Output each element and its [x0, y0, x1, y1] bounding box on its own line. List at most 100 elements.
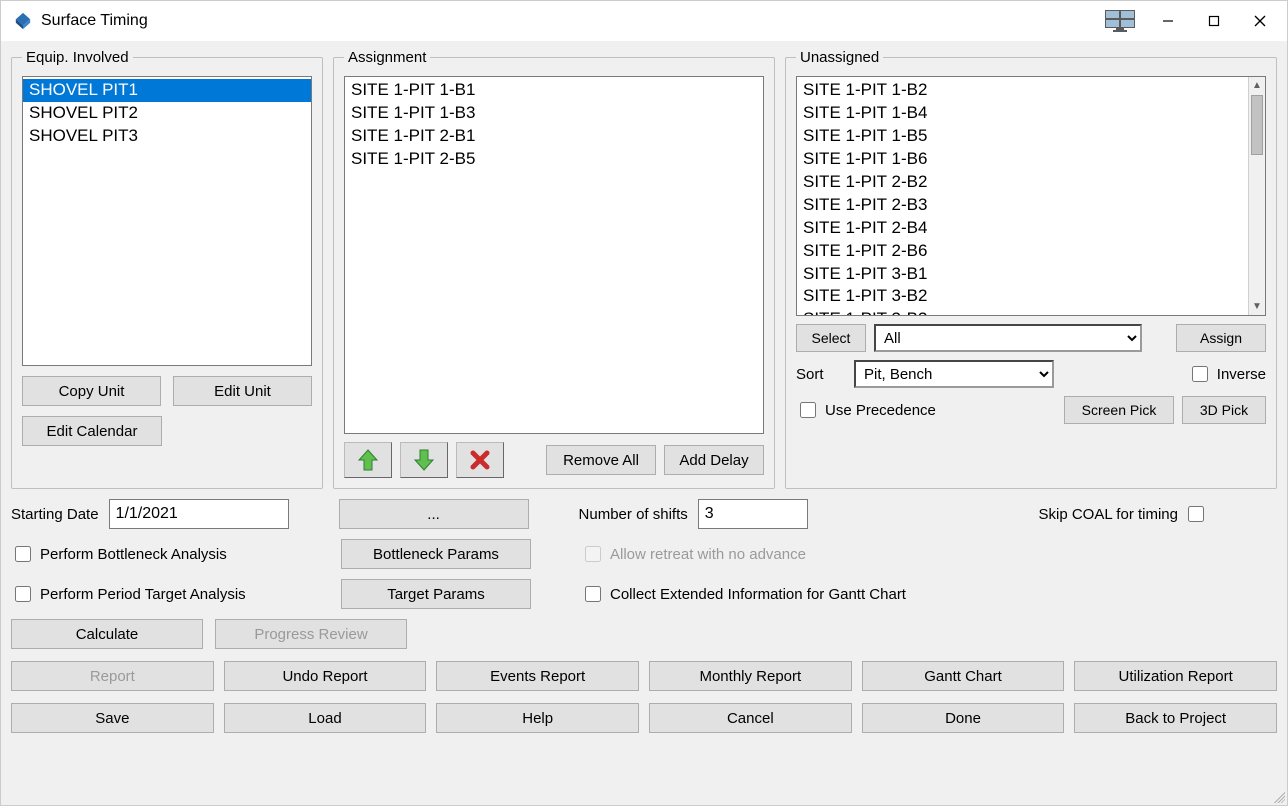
- collect-gantt-label: Collect Extended Information for Gantt C…: [610, 586, 906, 603]
- calculate-button[interactable]: Calculate: [11, 619, 203, 649]
- monitor-icon[interactable]: [1101, 6, 1139, 36]
- list-item[interactable]: SITE 1-PIT 1-B2: [797, 79, 1248, 102]
- screen-pick-button[interactable]: Screen Pick: [1064, 396, 1174, 424]
- use-precedence-checkbox-input[interactable]: [800, 402, 816, 418]
- scrollbar[interactable]: ▲ ▼: [1248, 77, 1265, 315]
- perform-bottleneck-label: Perform Bottleneck Analysis: [40, 546, 227, 563]
- list-item[interactable]: SITE 1-PIT 1-B3: [345, 102, 763, 125]
- remove-button[interactable]: [456, 442, 504, 478]
- app-icon: [13, 11, 33, 31]
- window: Surface Timing: [0, 0, 1288, 806]
- report-buttons-row: Report Undo Report Events Report Monthly…: [11, 661, 1277, 691]
- done-button[interactable]: Done: [862, 703, 1065, 733]
- gantt-chart-button[interactable]: Gantt Chart: [862, 661, 1065, 691]
- options-area: Starting Date ... Number of shifts Skip …: [11, 499, 1277, 609]
- list-item[interactable]: SITE 1-PIT 3-B1: [797, 263, 1248, 286]
- list-item[interactable]: SITE 1-PIT 2-B4: [797, 217, 1248, 240]
- select-filter-combo[interactable]: All: [874, 324, 1142, 352]
- equip-listbox[interactable]: SHOVEL PIT1 SHOVEL PIT2 SHOVEL PIT3: [22, 76, 312, 366]
- move-down-button[interactable]: [400, 442, 448, 478]
- report-button: Report: [11, 661, 214, 691]
- progress-review-button: Progress Review: [215, 619, 407, 649]
- cancel-button[interactable]: Cancel: [649, 703, 852, 733]
- monthly-report-button[interactable]: Monthly Report: [649, 661, 852, 691]
- copy-unit-button[interactable]: Copy Unit: [22, 376, 161, 406]
- maximize-button[interactable]: [1191, 5, 1237, 37]
- list-item[interactable]: SHOVEL PIT2: [23, 102, 311, 125]
- equip-legend: Equip. Involved: [22, 49, 133, 66]
- assignment-panel: Assignment SITE 1-PIT 1-B1 SITE 1-PIT 1-…: [333, 49, 775, 489]
- utilization-report-button[interactable]: Utilization Report: [1074, 661, 1277, 691]
- list-item[interactable]: SITE 1-PIT 1-B6: [797, 148, 1248, 171]
- list-item[interactable]: SITE 1-PIT 2-B5: [345, 148, 763, 171]
- allow-retreat-label: Allow retreat with no advance: [610, 546, 806, 563]
- action-buttons-row: Save Load Help Cancel Done Back to Proje…: [11, 703, 1277, 733]
- scroll-up-icon[interactable]: ▲: [1249, 77, 1265, 94]
- list-item[interactable]: SITE 1-PIT 1-B4: [797, 102, 1248, 125]
- move-up-button[interactable]: [344, 442, 392, 478]
- top-row: Equip. Involved SHOVEL PIT1 SHOVEL PIT2 …: [11, 49, 1277, 489]
- list-item[interactable]: SITE 1-PIT 1-B1: [345, 79, 763, 102]
- collect-gantt-checkbox[interactable]: Collect Extended Information for Gantt C…: [581, 583, 906, 605]
- scroll-thumb[interactable]: [1251, 95, 1263, 155]
- allow-retreat-checkbox-input: [585, 546, 601, 562]
- collect-gantt-checkbox-input[interactable]: [585, 586, 601, 602]
- list-item[interactable]: SITE 1-PIT 2-B3: [797, 194, 1248, 217]
- target-params-button[interactable]: Target Params: [341, 579, 531, 609]
- minimize-button[interactable]: [1145, 5, 1191, 37]
- x-delete-icon: [469, 449, 491, 471]
- load-button[interactable]: Load: [224, 703, 427, 733]
- inverse-label: Inverse: [1217, 366, 1266, 383]
- list-item[interactable]: SITE 1-PIT 2-B2: [797, 171, 1248, 194]
- content: Equip. Involved SHOVEL PIT1 SHOVEL PIT2 …: [1, 41, 1287, 805]
- scroll-down-icon[interactable]: ▼: [1249, 298, 1265, 315]
- list-item[interactable]: SHOVEL PIT3: [23, 125, 311, 148]
- sort-combo[interactable]: Pit, Bench: [854, 360, 1054, 388]
- assignment-listbox[interactable]: SITE 1-PIT 1-B1 SITE 1-PIT 1-B3 SITE 1-P…: [344, 76, 764, 434]
- edit-calendar-button[interactable]: Edit Calendar: [22, 416, 162, 446]
- list-item[interactable]: SITE 1-PIT 3-B2: [797, 285, 1248, 308]
- assign-button[interactable]: Assign: [1176, 324, 1266, 352]
- close-button[interactable]: [1237, 5, 1283, 37]
- list-item[interactable]: SITE 1-PIT 2-B1: [345, 125, 763, 148]
- events-report-button[interactable]: Events Report: [436, 661, 639, 691]
- use-precedence-checkbox[interactable]: Use Precedence: [796, 399, 936, 421]
- resize-grip[interactable]: [1271, 789, 1285, 803]
- perform-target-label: Perform Period Target Analysis: [40, 586, 246, 603]
- skip-coal-label: Skip COAL for timing: [1039, 506, 1179, 523]
- unassigned-panel: Unassigned SITE 1-PIT 1-B2 SITE 1-PIT 1-…: [785, 49, 1277, 489]
- list-item[interactable]: SHOVEL PIT1: [23, 79, 311, 102]
- 3d-pick-button[interactable]: 3D Pick: [1182, 396, 1266, 424]
- inverse-checkbox-input[interactable]: [1192, 366, 1208, 382]
- perform-target-checkbox[interactable]: Perform Period Target Analysis: [11, 583, 331, 605]
- unassigned-legend: Unassigned: [796, 49, 883, 66]
- unassigned-listbox[interactable]: SITE 1-PIT 1-B2 SITE 1-PIT 1-B4 SITE 1-P…: [796, 76, 1266, 316]
- list-item[interactable]: SITE 1-PIT 2-B6: [797, 240, 1248, 263]
- window-title: Surface Timing: [41, 12, 148, 30]
- back-to-project-button[interactable]: Back to Project: [1074, 703, 1277, 733]
- edit-unit-button[interactable]: Edit Unit: [173, 376, 312, 406]
- list-item[interactable]: SITE 1-PIT 3-B3: [797, 308, 1248, 315]
- remove-all-button[interactable]: Remove All: [546, 445, 656, 475]
- num-shifts-input[interactable]: [698, 499, 808, 529]
- ellipsis-button[interactable]: ...: [339, 499, 529, 529]
- perform-bottleneck-checkbox-input[interactable]: [15, 546, 31, 562]
- skip-coal-checkbox[interactable]: Skip COAL for timing: [1039, 503, 1208, 525]
- allow-retreat-checkbox: Allow retreat with no advance: [581, 543, 806, 565]
- perform-bottleneck-checkbox[interactable]: Perform Bottleneck Analysis: [11, 543, 331, 565]
- use-precedence-label: Use Precedence: [825, 402, 936, 419]
- sort-label: Sort: [796, 366, 846, 383]
- undo-report-button[interactable]: Undo Report: [224, 661, 427, 691]
- save-button[interactable]: Save: [11, 703, 214, 733]
- bottleneck-params-button[interactable]: Bottleneck Params: [341, 539, 531, 569]
- skip-coal-checkbox-input[interactable]: [1188, 506, 1204, 522]
- select-button[interactable]: Select: [796, 324, 866, 352]
- arrow-down-icon: [411, 447, 437, 473]
- equip-panel: Equip. Involved SHOVEL PIT1 SHOVEL PIT2 …: [11, 49, 323, 489]
- perform-target-checkbox-input[interactable]: [15, 586, 31, 602]
- inverse-checkbox[interactable]: Inverse: [1188, 363, 1266, 385]
- help-button[interactable]: Help: [436, 703, 639, 733]
- add-delay-button[interactable]: Add Delay: [664, 445, 764, 475]
- starting-date-input[interactable]: [109, 499, 289, 529]
- list-item[interactable]: SITE 1-PIT 1-B5: [797, 125, 1248, 148]
